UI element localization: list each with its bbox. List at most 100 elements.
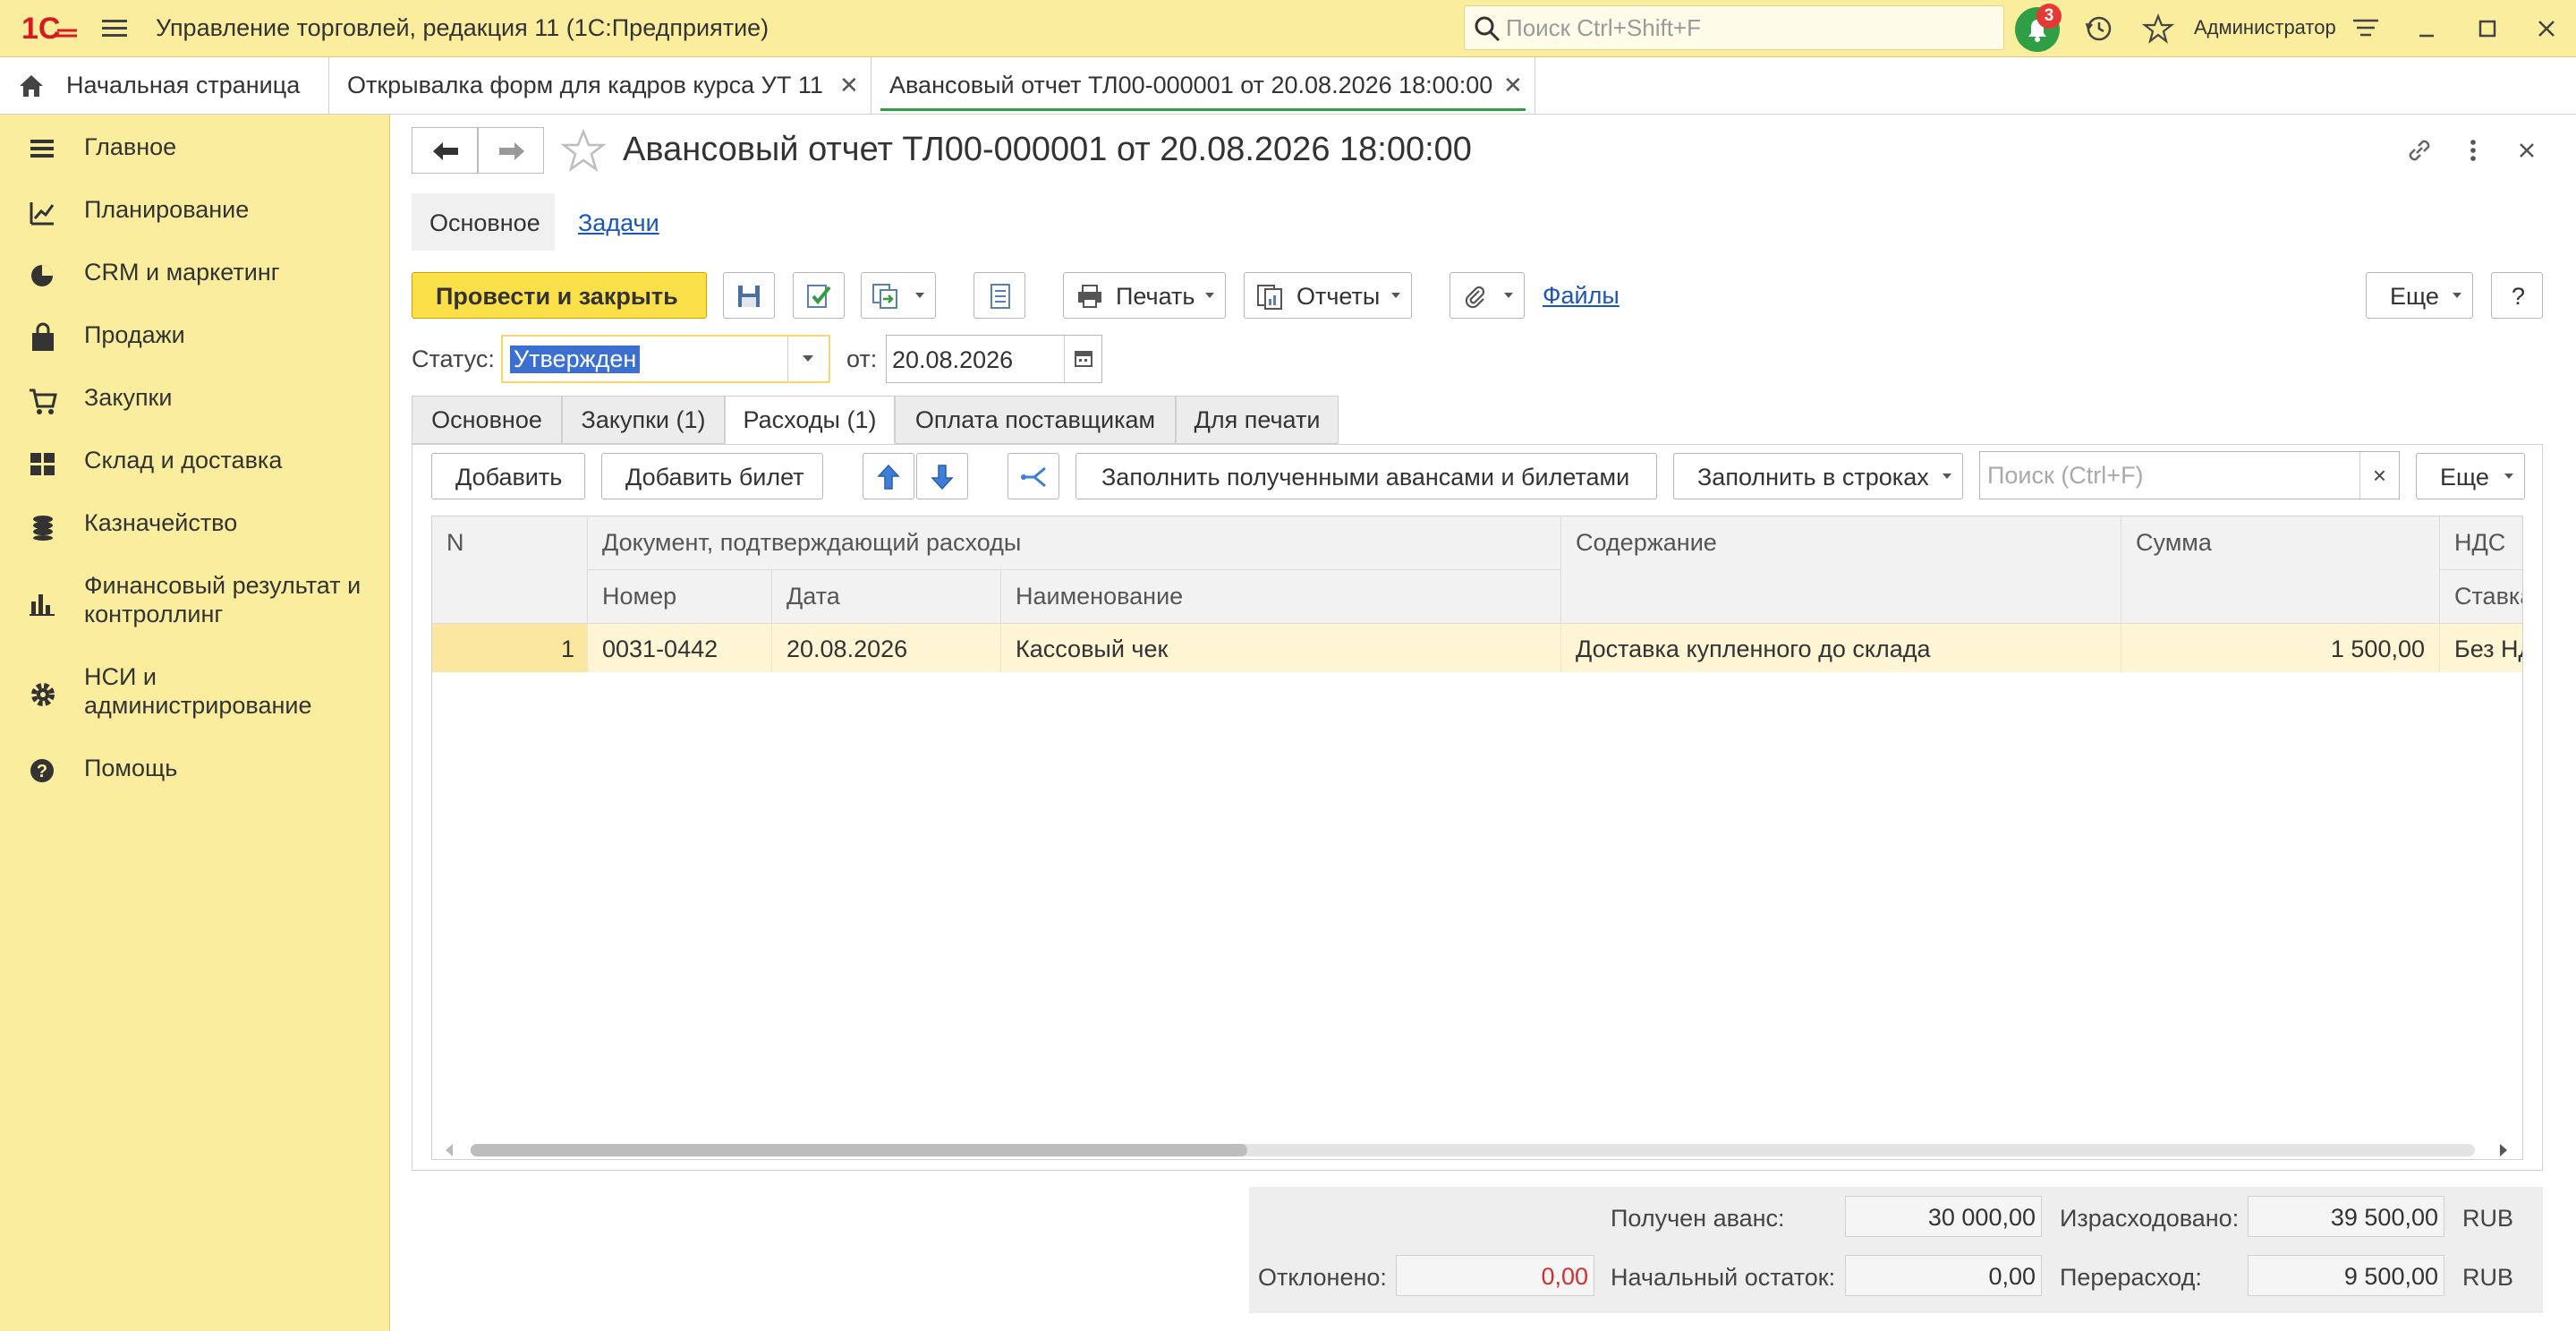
move-up-button[interactable] <box>863 453 914 499</box>
table-search-input[interactable] <box>1985 461 2361 490</box>
tab-forms-opener[interactable]: Открывалка форм для кадров курса УТ 11 ✕ <box>329 57 871 115</box>
tab-purchases[interactable]: Закупки (1) <box>562 396 725 444</box>
tab-for-print[interactable]: Для печати <box>1176 396 1339 444</box>
tab-forms-opener-label: Открывалка форм для кадров курса УТ 11 <box>347 72 823 98</box>
attach-button[interactable] <box>1450 272 1525 319</box>
expenses-table[interactable]: N Документ, подтверждающий расходы Номер… <box>431 516 2523 1160</box>
cell-date[interactable]: 20.08.2026 <box>772 624 1001 672</box>
coins-icon <box>33 516 53 541</box>
close-tab-icon[interactable]: ✕ <box>839 72 859 99</box>
col-header-number[interactable]: Номер <box>588 570 772 624</box>
date-field[interactable]: 20.08.2026 <box>886 335 1102 383</box>
subtab-main[interactable]: Основное <box>412 193 555 251</box>
close-tab-icon[interactable]: ✕ <box>1503 72 1523 99</box>
cell-n[interactable]: 1 <box>432 624 588 672</box>
table-search[interactable]: × <box>1979 451 2400 499</box>
structure-button[interactable] <box>973 272 1025 319</box>
global-search[interactable] <box>1464 5 2004 50</box>
cell-number[interactable]: 0031-0442 <box>588 624 772 672</box>
cell-content[interactable]: Доставка купленного до склада <box>1561 624 2121 672</box>
window-tabs-bar: Начальная страница Открывалка форм для к… <box>0 57 2576 115</box>
sidebar-item-label: Казначейство <box>84 509 238 536</box>
table-more-button[interactable]: Еще <box>2416 453 2525 499</box>
tab-main[interactable]: Основное <box>412 396 562 444</box>
scrollbar-thumb[interactable] <box>471 1144 1247 1156</box>
tab-home-label: Начальная страница <box>66 72 301 98</box>
col-header-document[interactable]: Документ, подтверждающий расходы <box>588 516 1561 570</box>
sidebar-item-label: CRM и маркетинг <box>84 259 280 286</box>
more-button[interactable]: Еще <box>2366 272 2473 319</box>
close-window-icon[interactable] <box>2529 13 2564 45</box>
create-based-on-button[interactable] <box>861 272 936 319</box>
add-ticket-button[interactable]: Добавить билет <box>601 453 823 499</box>
close-form-icon[interactable] <box>2511 134 2543 166</box>
maximize-icon[interactable] <box>2470 13 2505 45</box>
sidebar-item-label: Продажи <box>84 321 185 348</box>
col-header-vat[interactable]: НДС <box>2440 516 2522 570</box>
post-and-close-button[interactable]: Провести и закрыть <box>412 272 707 319</box>
favorites-star-icon[interactable] <box>2140 13 2176 45</box>
calendar-button[interactable] <box>1064 336 1101 382</box>
status-field[interactable]: Утвержден <box>501 335 830 383</box>
main-menu-icon[interactable] <box>97 14 132 43</box>
tab-expenses[interactable]: Расходы (1) <box>725 396 895 444</box>
page-title: Авансовый отчет ТЛ00-000001 от 20.08.202… <box>623 131 1472 168</box>
link-icon[interactable] <box>2403 134 2436 166</box>
reports-button[interactable]: Отчеты <box>1244 272 1412 319</box>
col-header-vat-rate[interactable]: Ставка <box>2440 570 2522 624</box>
cell-vat[interactable]: Без НДС <box>2440 624 2522 672</box>
1c-logo: 1С <box>21 12 77 46</box>
status-label: Статус: <box>412 346 495 372</box>
subtab-tasks[interactable]: Задачи <box>560 193 677 251</box>
horizontal-scrollbar[interactable] <box>431 1137 2523 1160</box>
tab-supplier-payments[interactable]: Оплата поставщикам <box>895 396 1176 444</box>
col-header-content[interactable]: Содержание <box>1561 516 2121 624</box>
files-link[interactable]: Файлы <box>1543 282 1620 310</box>
cell-name[interactable]: Кассовый чек <box>1001 624 1561 672</box>
sidebar-item-label: Склад и доставка <box>84 447 283 474</box>
status-value[interactable]: Утвержден <box>510 346 641 373</box>
post-button[interactable] <box>793 272 845 319</box>
gear-icon <box>31 683 55 706</box>
col-header-date[interactable]: Дата <box>772 570 1001 624</box>
tab-home[interactable]: Начальная страница <box>0 57 329 115</box>
split-icon <box>1021 466 1046 488</box>
planning-icon <box>30 202 55 226</box>
favorite-star-icon[interactable] <box>560 129 607 174</box>
col-header-n[interactable]: N <box>432 516 588 624</box>
more-vertical-icon[interactable] <box>2457 134 2489 166</box>
cell-sum[interactable]: 1 500,00 <box>2121 624 2440 672</box>
scroll-right-icon[interactable] <box>2498 1144 2507 1156</box>
received-advance-value: 30 000,00 <box>1845 1196 2042 1237</box>
global-search-input[interactable] <box>1504 13 1987 42</box>
status-dropdown-button[interactable] <box>787 337 829 381</box>
table-row[interactable]: 1 0031-0442 20.08.2026 Кассовый чек Дост… <box>432 624 2522 672</box>
tab-advance-report[interactable]: Авансовый отчет ТЛ00-000001 от 20.08.202… <box>871 57 1535 115</box>
move-down-button[interactable] <box>916 453 968 499</box>
col-header-name[interactable]: Наименование <box>1001 570 1561 624</box>
paperclip-icon <box>1465 286 1485 309</box>
svg-text:1С: 1С <box>21 12 60 46</box>
clear-search-button[interactable]: × <box>2359 452 2399 499</box>
col-header-sum[interactable]: Сумма <box>2121 516 2440 624</box>
calendar-icon <box>1075 351 1092 367</box>
user-name[interactable]: Администратор <box>2194 16 2336 39</box>
minimize-icon[interactable] <box>2409 13 2444 45</box>
spent-value: 39 500,00 <box>2248 1196 2444 1237</box>
scroll-left-icon[interactable] <box>446 1144 455 1156</box>
fill-rows-button[interactable]: Заполнить в строках <box>1673 453 1963 499</box>
help-button[interactable]: ? <box>2491 272 2543 319</box>
split-button[interactable] <box>1007 453 1059 499</box>
settings-menu-icon[interactable] <box>2348 13 2384 45</box>
add-button[interactable]: Добавить <box>431 453 585 499</box>
document-list-icon <box>990 284 1010 309</box>
bar-chart-icon <box>30 594 55 616</box>
arrow-left-icon <box>433 142 458 160</box>
back-button[interactable] <box>412 127 478 174</box>
print-button[interactable]: Печать <box>1063 272 1226 319</box>
date-value[interactable]: 20.08.2026 <box>892 346 1013 374</box>
history-icon[interactable] <box>2081 13 2117 45</box>
save-button[interactable] <box>723 272 775 319</box>
fill-advances-button[interactable]: Заполнить полученными авансами и билетам… <box>1075 453 1657 499</box>
forward-button[interactable] <box>478 127 544 174</box>
